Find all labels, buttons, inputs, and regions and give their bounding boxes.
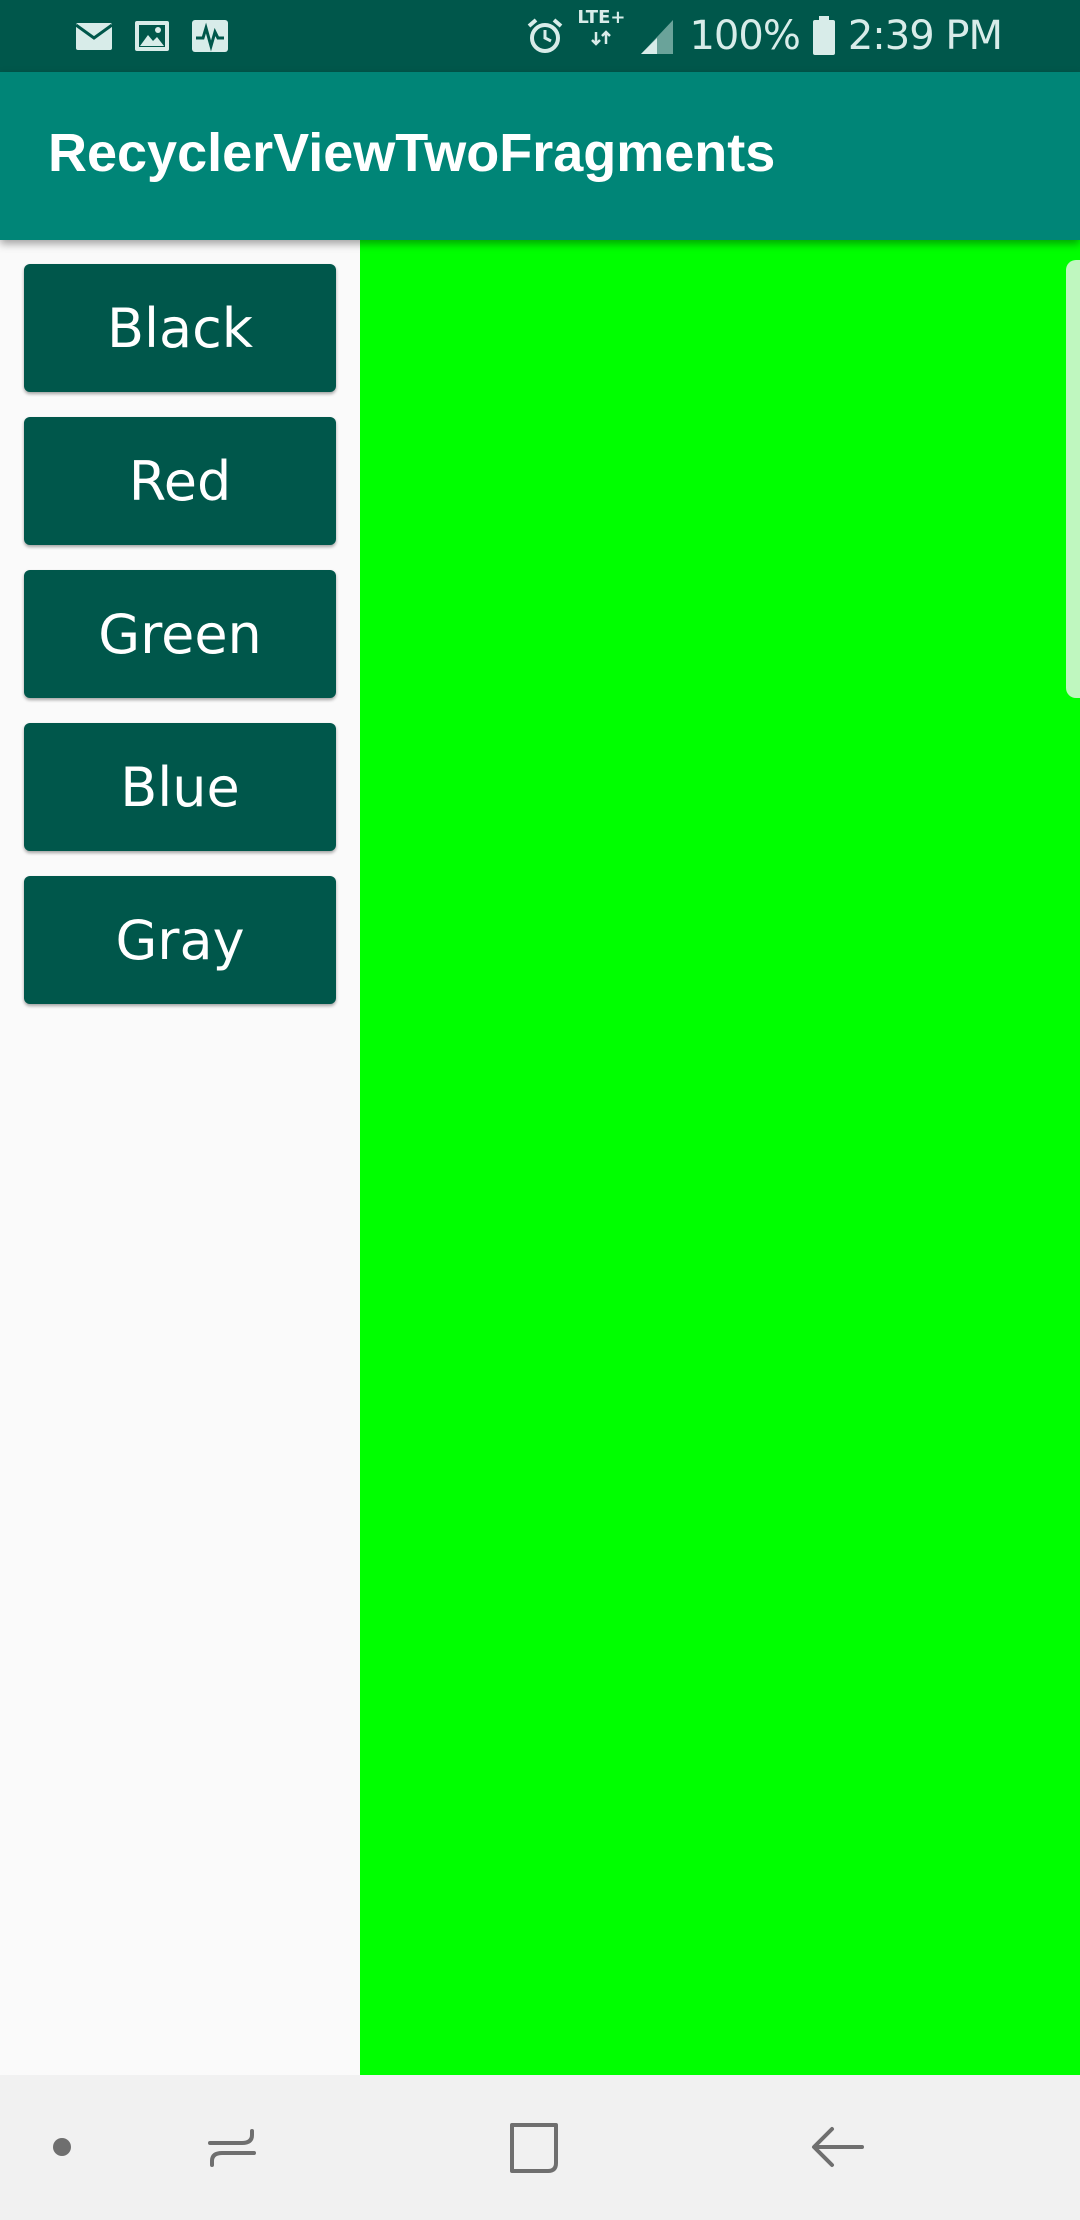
blue-button[interactable]: Blue [24, 723, 336, 851]
system-status: LTE+ 100% 2:39 PM [525, 8, 1003, 64]
battery-icon [812, 16, 835, 55]
red-button[interactable]: Red [24, 417, 336, 545]
image-icon [135, 21, 169, 51]
network-indicator: LTE+ [577, 8, 625, 54]
gray-button[interactable]: Gray [24, 876, 336, 1004]
home-icon[interactable] [502, 2115, 566, 2179]
email-icon [75, 23, 113, 50]
alarm-icon [528, 18, 563, 53]
signal-icon [641, 20, 674, 54]
navigation-bar [0, 2075, 1080, 2220]
color-detail-pane [360, 240, 1080, 2075]
notification-icons [74, 16, 230, 56]
dot-icon[interactable] [30, 2115, 94, 2179]
color-list: Black Red Green Blue Gray [0, 240, 360, 2075]
app-title: RecyclerViewTwoFragments [48, 123, 776, 183]
black-button[interactable]: Black [24, 264, 336, 392]
edge-panel-handle[interactable] [1066, 260, 1080, 698]
network-type: LTE+ [577, 7, 626, 28]
status-bar: LTE+ 100% 2:39 PM [0, 0, 1080, 72]
screen: LTE+ 100% 2:39 PM RecyclerViewTwoFragmen… [0, 0, 1080, 2220]
green-button[interactable]: Green [24, 570, 336, 698]
clock: 2:39 PM [847, 13, 1003, 59]
app-bar: RecyclerViewTwoFragments [0, 72, 1080, 240]
back-icon[interactable] [806, 2115, 870, 2179]
activity-icon [192, 20, 228, 52]
recents-icon[interactable] [200, 2115, 264, 2179]
data-arrows-icon [591, 30, 612, 46]
battery-percent: 100% [689, 13, 800, 59]
